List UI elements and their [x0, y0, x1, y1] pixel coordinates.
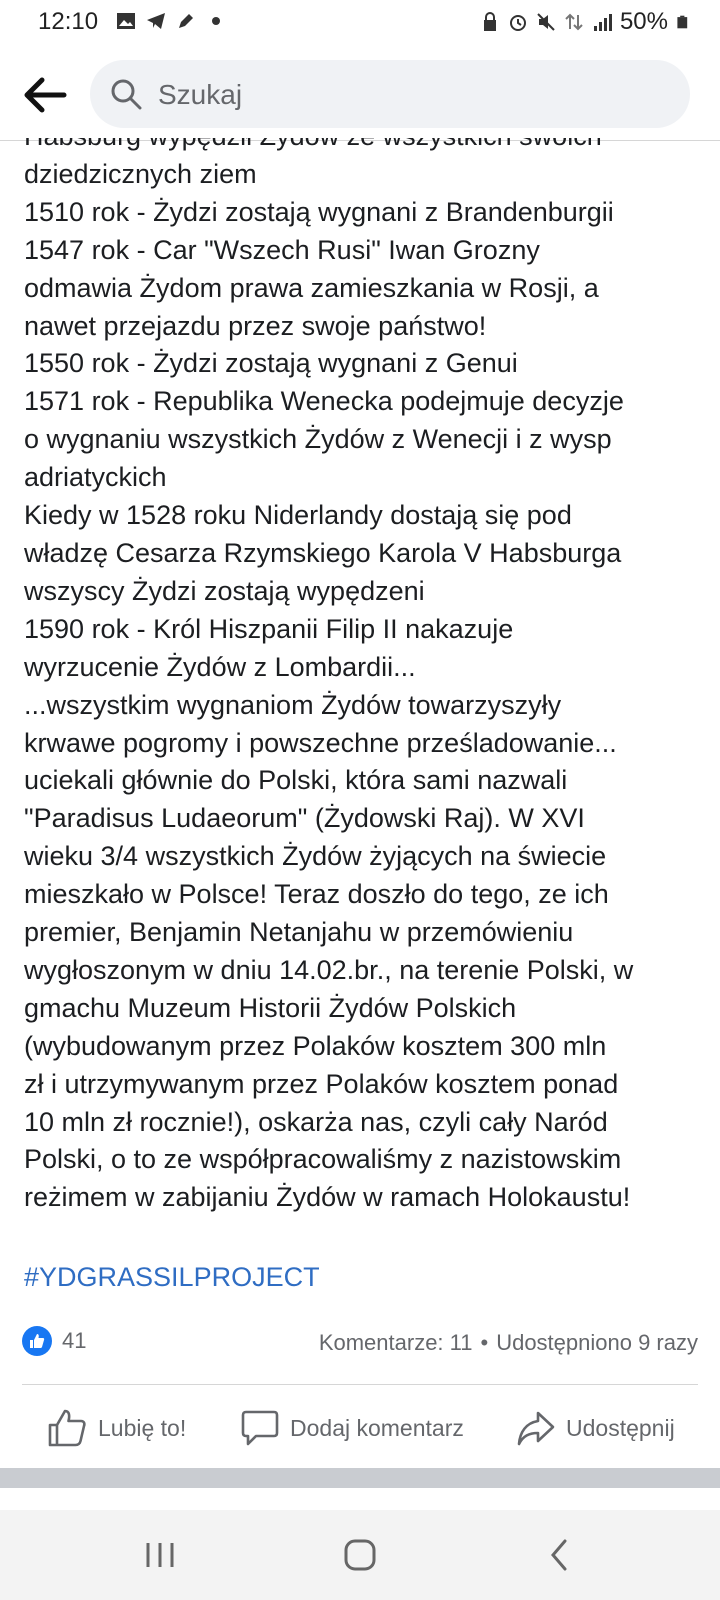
post-line: (wybudowanym przez Polaków kosztem 300 m… [24, 1030, 607, 1061]
post-line: gmachu Muzeum Historii Żydów Polskich [24, 992, 517, 1023]
signal-icon [593, 14, 612, 31]
reaction-summary[interactable]: 41 [22, 1326, 86, 1356]
alarm-icon [509, 15, 526, 31]
share-icon [517, 1411, 555, 1446]
recent-apps-icon [146, 1543, 174, 1567]
status-time: 12:10 [38, 8, 99, 35]
post-line: reżimem w zabijaniu Żydów w ramach Holok… [24, 1182, 631, 1213]
post-line: mieszkało w Polsce! Teraz doszło do tego… [24, 879, 609, 910]
battery-icon [677, 15, 688, 29]
post-actions: Lubię to! Dodaj komentarz Udostępnij [0, 1398, 720, 1458]
post-line: o wygnaniu wszystkich Żydów z Wenecji i … [24, 424, 612, 455]
post-line: Polski, o to ze współpracowaliśmy z nazi… [24, 1144, 622, 1175]
lock-icon [483, 12, 496, 31]
status-left-icons [116, 11, 226, 31]
system-nav-bar [0, 1510, 720, 1600]
search-icon [111, 79, 142, 110]
comments-count[interactable]: Komentarze: 11 [319, 1330, 473, 1356]
post-line: 1547 rok - Car "Wszech Rusi" Iwan Grozny [24, 234, 540, 265]
post-line: Kiedy w 1528 roku Niderlandy dostają się… [24, 500, 572, 531]
data-icon [565, 13, 583, 31]
share-button[interactable]: Udostępnij [516, 1398, 675, 1458]
home-button[interactable] [330, 1530, 390, 1580]
telegram-icon [147, 13, 165, 29]
post-line: 1550 rok - Żydzi zostają wygnani z Genui [24, 348, 518, 379]
post-line: uciekali głównie do Polski, która sami n… [24, 765, 568, 796]
search-bar[interactable] [90, 60, 690, 128]
post-line: ...wszystkim wygnaniom Żydów towarzyszył… [24, 689, 562, 720]
post-line: wygłoszonym w dniu 14.02.br., na terenie… [24, 954, 634, 985]
post-line: odmawia Żydom prawa zamieszkania w Rosji… [24, 272, 599, 303]
shares-count[interactable]: Udostępniono 9 razy [496, 1330, 698, 1356]
home-icon [344, 1539, 376, 1571]
like-reaction-icon [22, 1326, 52, 1356]
post-line: adriatyckich [24, 462, 167, 493]
reaction-count: 41 [62, 1328, 87, 1353]
feed-separator [0, 1468, 720, 1488]
comment-icon [241, 1410, 279, 1446]
post-line: wieku 3/4 wszystkich Żydów żyjących na ś… [24, 841, 607, 872]
status-bar: 12:10 50% [0, 0, 720, 46]
post-line: nawet przejazdu przez swoje państwo! [24, 310, 487, 341]
stats-separator: • [480, 1330, 489, 1355]
comment-button[interactable]: Dodaj komentarz [240, 1398, 464, 1458]
hashtag-link[interactable]: #YDGRASSILPROJECT [24, 1262, 320, 1293]
post-line: dziedzicznych ziem [24, 158, 257, 189]
like-label: Lubię to! [98, 1414, 187, 1441]
arrow-left-icon [24, 77, 67, 113]
gallery-icon [117, 13, 135, 29]
thumbs-up-icon [48, 1409, 86, 1447]
post-stats: Komentarze: 11 • Udostępniono 9 razy [319, 1330, 698, 1356]
mute-icon [537, 13, 555, 31]
post-line: Habsburg wypędził Żydów ze wszystkich sw… [24, 138, 704, 156]
post-line: krwawe pogromy i powszechne prześladowan… [24, 727, 617, 758]
post-line: 10 mln zł rocznie!), oskarża nas, czyli … [24, 1106, 608, 1137]
battery-level: 50% [619, 8, 668, 35]
comment-label: Dodaj komentarz [290, 1414, 464, 1441]
divider [22, 1384, 698, 1385]
back-nav-button[interactable] [530, 1530, 590, 1580]
post-line: 1510 rok - Żydzi zostają wygnani z Brand… [24, 196, 614, 227]
post-line: wszyscy Żydzi zostają wypędzeni [24, 575, 425, 606]
recent-apps-button[interactable] [130, 1530, 190, 1580]
chevron-left-icon [551, 1539, 567, 1571]
post-line: władzę Cesarza Rzymskiego Karola V Habsb… [24, 537, 622, 568]
post-text: Habsburg wypędził Żydów ze wszystkich sw… [24, 138, 704, 1217]
pen-icon [179, 14, 193, 28]
post-line: "Paradisus Ludaeorum" (Żydowski Raj). W … [24, 803, 585, 834]
post-line: 1590 rok - Król Hiszpanii Filip II nakaz… [24, 613, 514, 644]
dot-icon [212, 17, 220, 25]
top-bar [0, 50, 720, 141]
share-label: Udostępnij [566, 1414, 675, 1441]
status-right-icons: 50% [480, 8, 690, 36]
search-input[interactable] [156, 72, 660, 118]
post-line: zł i utrzymywanym przez Polaków kosztem … [24, 1068, 619, 1099]
post-line: wyrzucenie Żydów z Lombardii... [24, 651, 416, 682]
like-button[interactable]: Lubię to! [46, 1398, 186, 1458]
post-line: premier, Benjamin Netanjahu w przemówien… [24, 917, 574, 948]
back-button[interactable] [20, 72, 70, 118]
post-line: 1571 rok - Republika Wenecka podejmuje d… [24, 386, 624, 417]
post-body: Habsburg wypędził Żydów ze wszystkich sw… [24, 138, 704, 1218]
